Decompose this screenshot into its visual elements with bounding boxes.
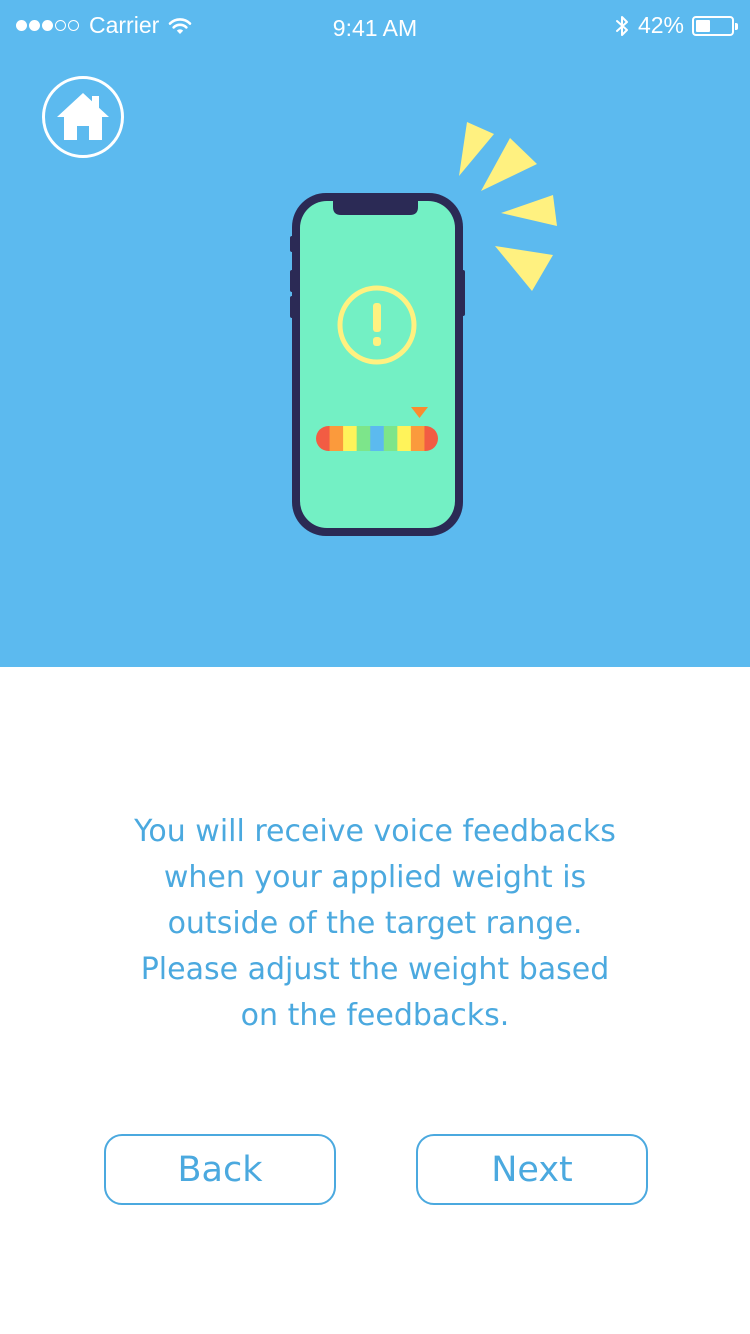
instruction-text: You will receive voice feedbacks when yo… [75, 809, 675, 1039]
instruction-line: Please adjust the weight based [140, 952, 610, 987]
instruction-line: You will receive voice feedbacks [134, 814, 616, 849]
scale-segment [356, 426, 371, 451]
hero-panel: Carrier 9:41 AM 42% [0, 0, 750, 667]
feedback-illustration [290, 122, 557, 536]
instruction-line: on the feedbacks. [240, 998, 510, 1033]
next-button[interactable]: Next [416, 1134, 648, 1205]
scale-segment [410, 426, 425, 451]
scale-segment [383, 426, 398, 451]
vibration-rays-icon [459, 122, 557, 291]
scale-segment [397, 426, 412, 451]
instruction-line: outside of the target range. [167, 906, 583, 941]
onboarding-screen: Carrier 9:41 AM 42% You will receive voi… [0, 0, 750, 1334]
scale-segment [343, 426, 358, 451]
color-scale-bar [316, 426, 438, 451]
scale-segment [370, 426, 385, 451]
instruction-line: when your applied weight is [163, 860, 587, 895]
back-button[interactable]: Back [104, 1134, 336, 1205]
scale-segment [329, 426, 344, 451]
smartphone-icon [290, 193, 465, 536]
